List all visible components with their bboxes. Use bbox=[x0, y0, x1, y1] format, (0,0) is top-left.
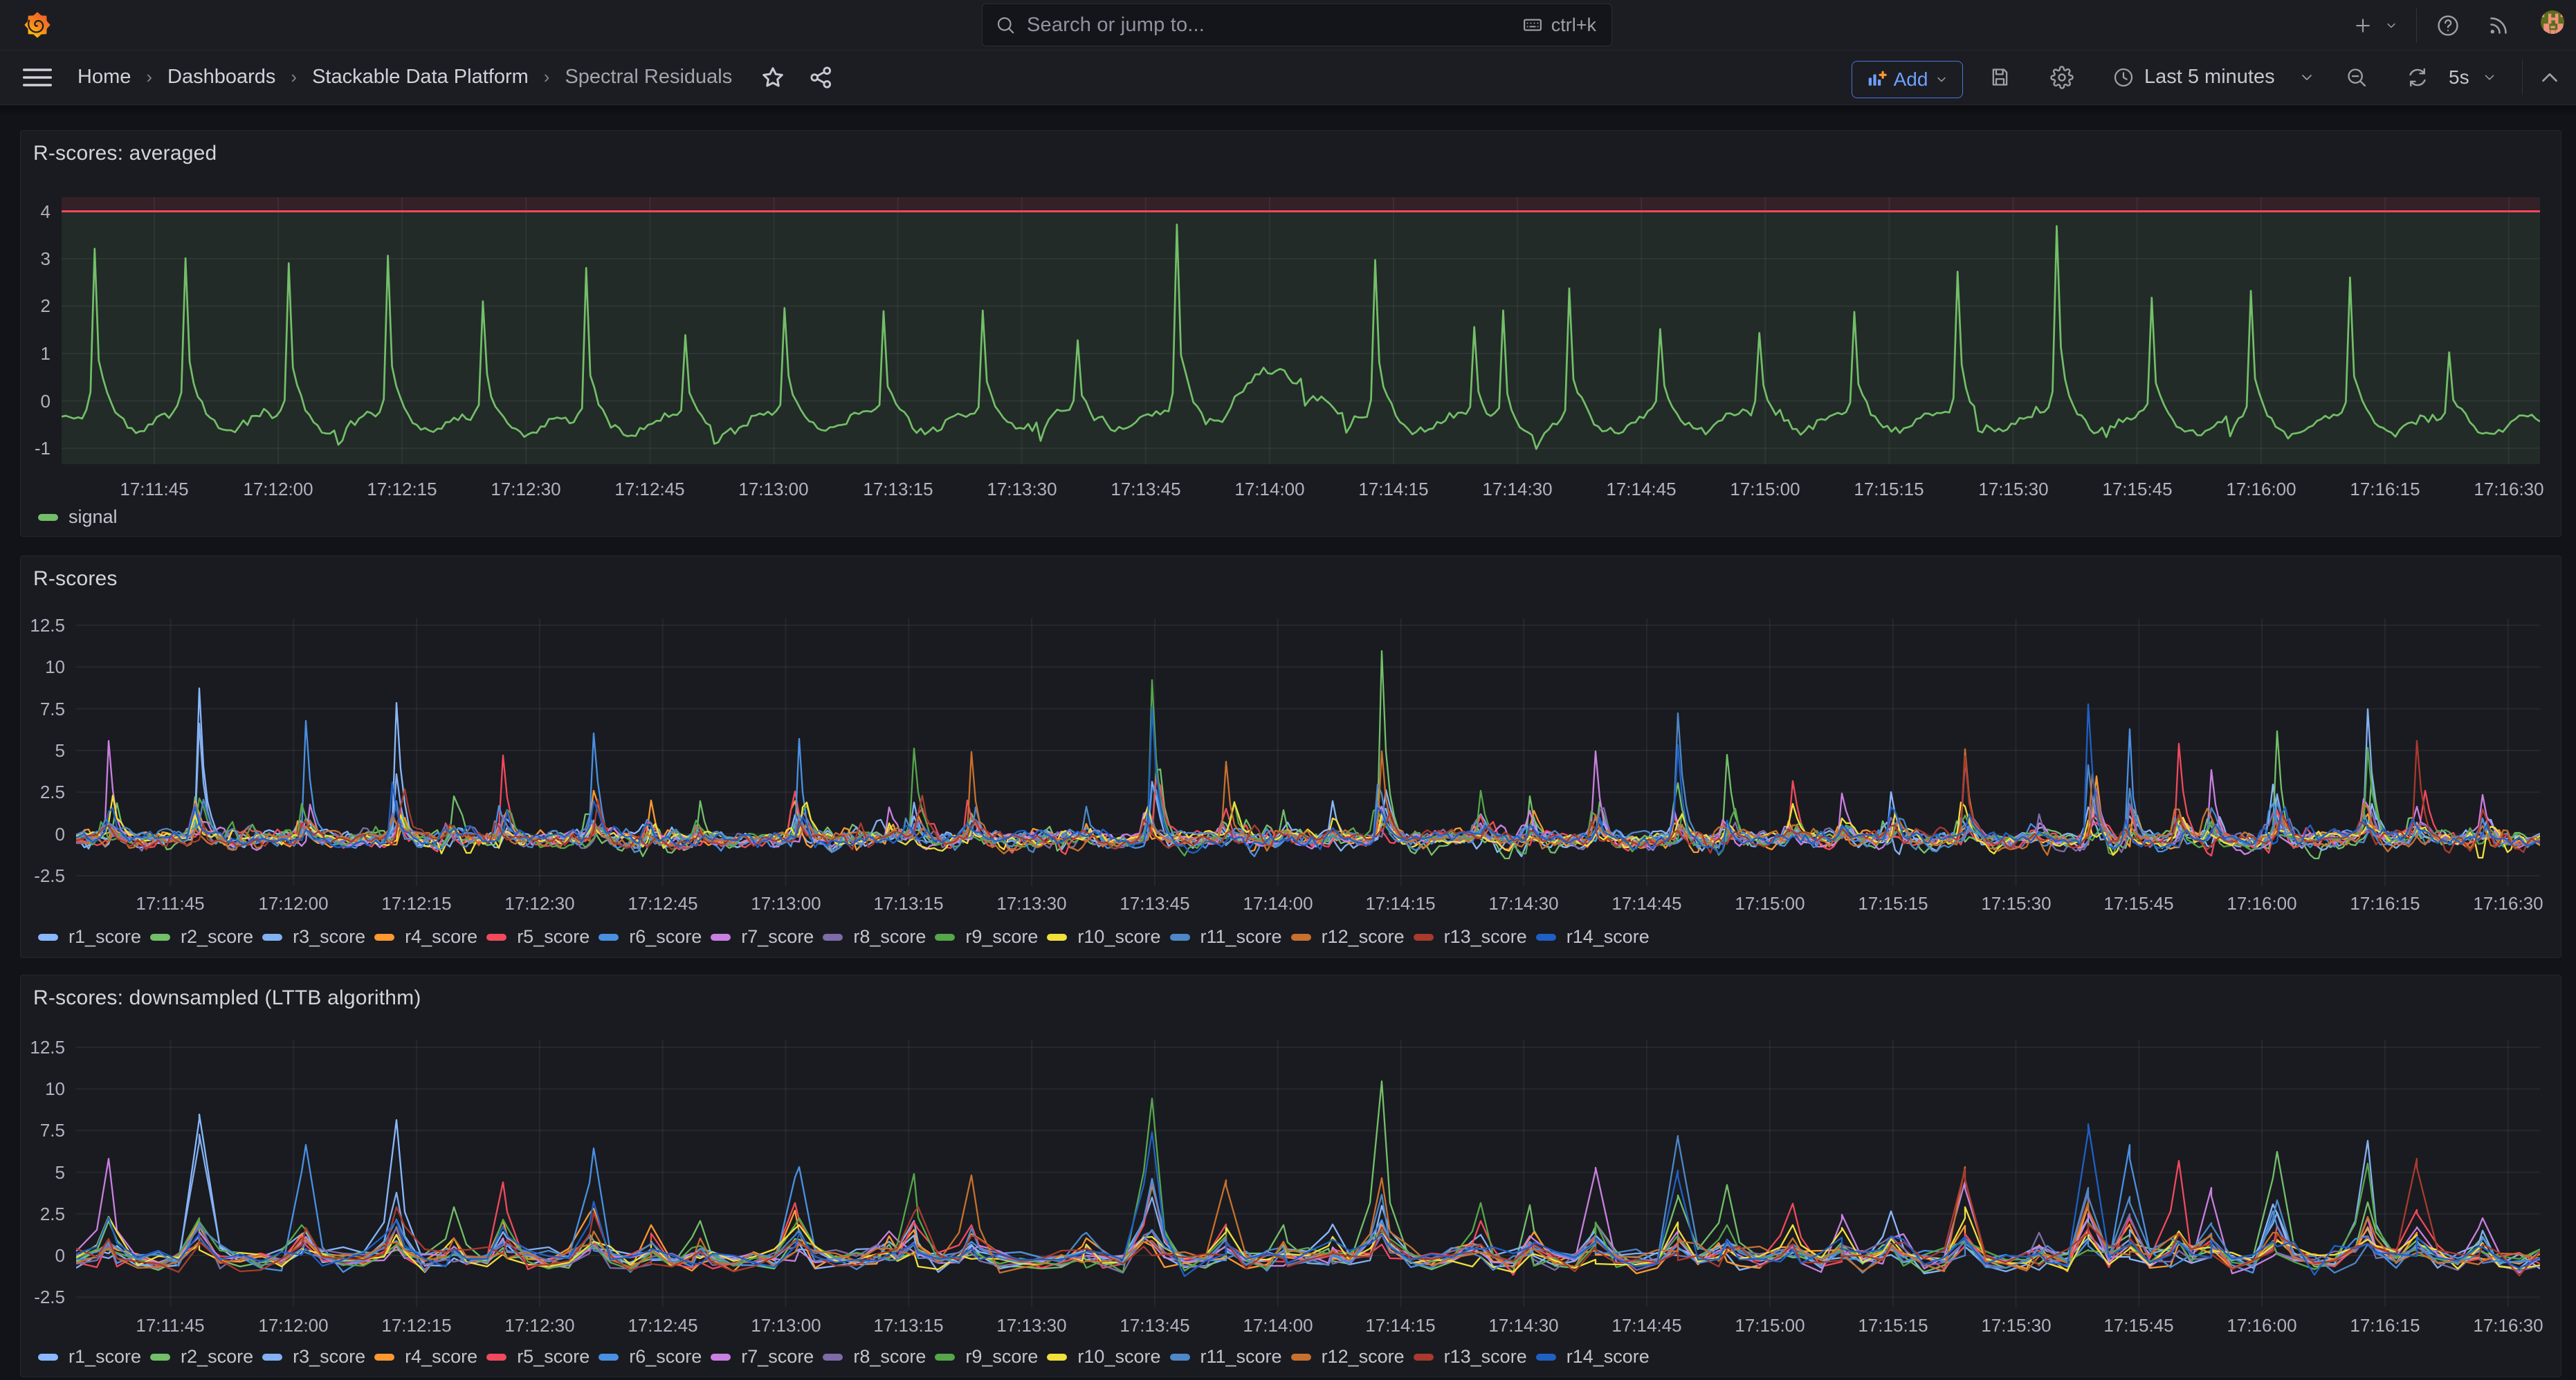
svg-text:17:16:15: 17:16:15 bbox=[2350, 1315, 2420, 1336]
svg-text:17:15:00: 17:15:00 bbox=[1735, 1315, 1805, 1336]
svg-text:17:12:30: 17:12:30 bbox=[491, 479, 560, 499]
svg-text:17:16:30: 17:16:30 bbox=[2473, 893, 2543, 914]
svg-text:0: 0 bbox=[41, 391, 51, 412]
svg-text:17:15:00: 17:15:00 bbox=[1730, 479, 1800, 499]
svg-text:2.5: 2.5 bbox=[40, 782, 65, 802]
svg-text:12.5: 12.5 bbox=[30, 1037, 65, 1058]
svg-text:5: 5 bbox=[55, 740, 65, 761]
svg-text:17:13:15: 17:13:15 bbox=[873, 893, 943, 914]
svg-text:17:14:00: 17:14:00 bbox=[1243, 1315, 1313, 1336]
svg-text:7.5: 7.5 bbox=[40, 1120, 65, 1141]
svg-text:17:11:45: 17:11:45 bbox=[136, 1315, 204, 1336]
svg-text:10: 10 bbox=[45, 1078, 65, 1099]
svg-text:17:13:00: 17:13:00 bbox=[751, 1315, 821, 1336]
svg-text:17:11:45: 17:11:45 bbox=[120, 479, 188, 499]
svg-text:17:12:45: 17:12:45 bbox=[628, 1315, 697, 1336]
svg-text:17:12:45: 17:12:45 bbox=[628, 893, 697, 914]
svg-text:10: 10 bbox=[45, 656, 65, 677]
svg-text:7.5: 7.5 bbox=[40, 699, 65, 719]
svg-text:0: 0 bbox=[55, 1245, 65, 1266]
svg-text:0: 0 bbox=[55, 824, 65, 845]
svg-text:17:14:15: 17:14:15 bbox=[1365, 893, 1435, 914]
svg-text:17:14:00: 17:14:00 bbox=[1243, 893, 1313, 914]
svg-text:17:14:00: 17:14:00 bbox=[1234, 479, 1304, 499]
svg-text:17:14:45: 17:14:45 bbox=[1611, 893, 1681, 914]
svg-text:17:15:45: 17:15:45 bbox=[2103, 1315, 2173, 1336]
svg-text:17:13:00: 17:13:00 bbox=[751, 893, 821, 914]
svg-text:17:14:45: 17:14:45 bbox=[1606, 479, 1676, 499]
svg-text:3: 3 bbox=[41, 248, 51, 269]
svg-text:17:12:30: 17:12:30 bbox=[504, 1315, 574, 1336]
svg-text:1: 1 bbox=[41, 343, 51, 364]
svg-text:17:12:00: 17:12:00 bbox=[243, 479, 313, 499]
svg-text:17:15:30: 17:15:30 bbox=[1978, 479, 2048, 499]
svg-text:17:13:30: 17:13:30 bbox=[987, 479, 1057, 499]
svg-text:17:14:30: 17:14:30 bbox=[1488, 893, 1558, 914]
svg-text:2: 2 bbox=[41, 295, 51, 316]
svg-text:17:12:00: 17:12:00 bbox=[258, 893, 328, 914]
svg-text:17:12:30: 17:12:30 bbox=[504, 893, 574, 914]
svg-text:17:16:15: 17:16:15 bbox=[2350, 479, 2420, 499]
svg-text:17:16:15: 17:16:15 bbox=[2350, 893, 2420, 914]
svg-text:17:15:00: 17:15:00 bbox=[1735, 893, 1805, 914]
svg-text:17:16:00: 17:16:00 bbox=[2227, 893, 2296, 914]
svg-text:17:15:30: 17:15:30 bbox=[1981, 893, 2051, 914]
svg-text:17:14:30: 17:14:30 bbox=[1482, 479, 1552, 499]
svg-text:17:13:15: 17:13:15 bbox=[863, 479, 933, 499]
svg-text:17:12:15: 17:12:15 bbox=[381, 893, 451, 914]
svg-text:17:14:45: 17:14:45 bbox=[1611, 1315, 1681, 1336]
svg-text:17:15:30: 17:15:30 bbox=[1981, 1315, 2051, 1336]
svg-text:17:15:45: 17:15:45 bbox=[2103, 893, 2173, 914]
svg-text:17:15:45: 17:15:45 bbox=[2102, 479, 2172, 499]
svg-text:4: 4 bbox=[41, 201, 51, 222]
svg-text:17:12:00: 17:12:00 bbox=[258, 1315, 328, 1336]
svg-text:17:15:15: 17:15:15 bbox=[1854, 479, 1924, 499]
svg-text:17:15:15: 17:15:15 bbox=[1858, 1315, 1928, 1336]
svg-text:17:12:45: 17:12:45 bbox=[614, 479, 684, 499]
svg-text:17:13:45: 17:13:45 bbox=[1111, 479, 1180, 499]
svg-text:17:14:15: 17:14:15 bbox=[1358, 479, 1428, 499]
svg-text:17:16:30: 17:16:30 bbox=[2473, 1315, 2543, 1336]
svg-text:17:16:00: 17:16:00 bbox=[2227, 1315, 2296, 1336]
svg-text:17:13:45: 17:13:45 bbox=[1120, 1315, 1189, 1336]
svg-text:17:13:45: 17:13:45 bbox=[1120, 893, 1189, 914]
svg-text:5: 5 bbox=[55, 1162, 65, 1183]
svg-text:17:14:15: 17:14:15 bbox=[1365, 1315, 1435, 1336]
svg-text:17:12:15: 17:12:15 bbox=[367, 479, 437, 499]
svg-text:17:13:30: 17:13:30 bbox=[996, 893, 1066, 914]
svg-text:2.5: 2.5 bbox=[40, 1204, 65, 1224]
svg-text:17:13:30: 17:13:30 bbox=[996, 1315, 1066, 1336]
svg-text:-1: -1 bbox=[35, 438, 51, 459]
svg-text:-2.5: -2.5 bbox=[34, 865, 65, 886]
svg-text:17:16:30: 17:16:30 bbox=[2474, 479, 2543, 499]
svg-text:17:15:15: 17:15:15 bbox=[1858, 893, 1928, 914]
svg-text:17:12:15: 17:12:15 bbox=[381, 1315, 451, 1336]
svg-text:17:13:15: 17:13:15 bbox=[873, 1315, 943, 1336]
svg-text:17:13:00: 17:13:00 bbox=[738, 479, 808, 499]
svg-text:17:11:45: 17:11:45 bbox=[136, 893, 204, 914]
svg-text:-2.5: -2.5 bbox=[34, 1287, 65, 1307]
svg-text:17:14:30: 17:14:30 bbox=[1488, 1315, 1558, 1336]
svg-text:12.5: 12.5 bbox=[30, 615, 65, 636]
svg-text:17:16:00: 17:16:00 bbox=[2226, 479, 2296, 499]
